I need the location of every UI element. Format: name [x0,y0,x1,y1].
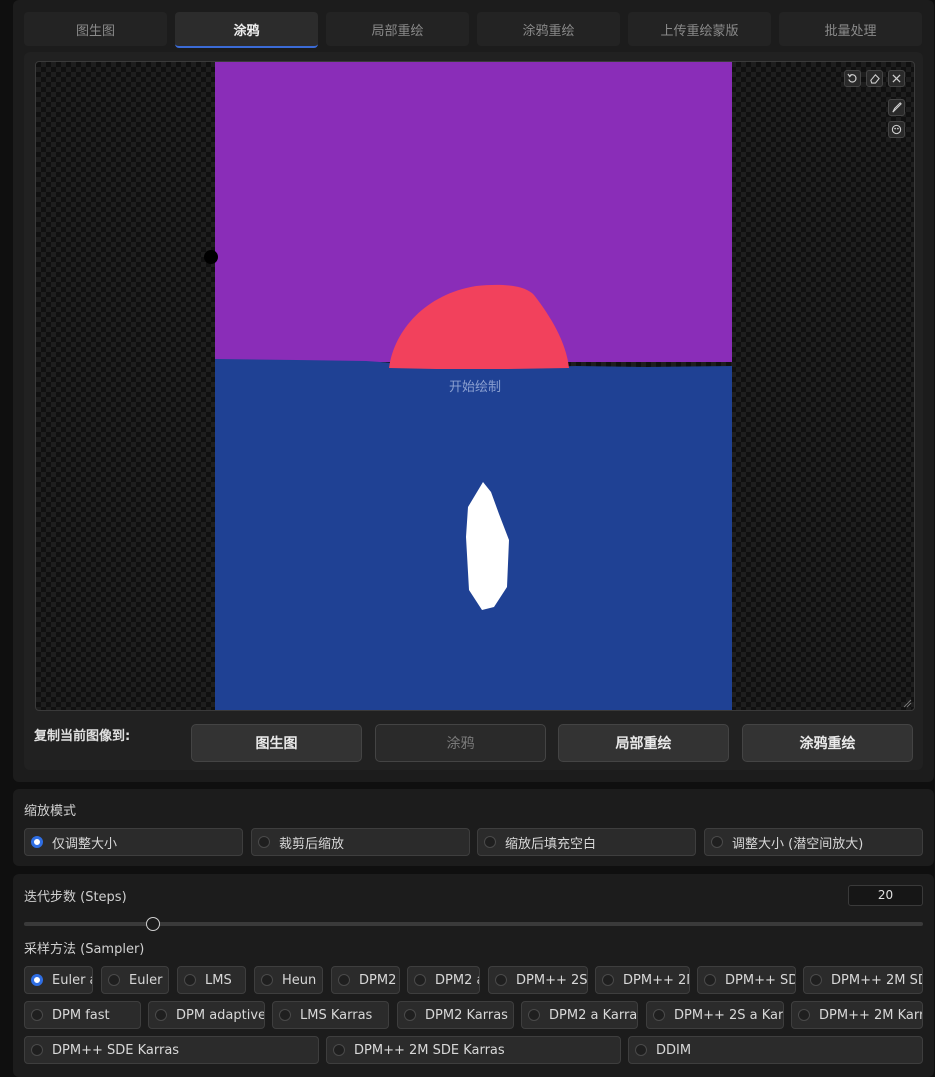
radio-label: DPM2 a [435,972,480,988]
radio-indicator[interactable] [653,1009,665,1021]
sampler-option[interactable]: LMS [177,966,246,994]
radio-label: LMS Karras [300,1007,373,1023]
radio-indicator[interactable] [31,1009,43,1021]
radio-indicator[interactable] [602,974,614,986]
radio-label: DPM2 [359,972,397,988]
sampler-option[interactable]: DPM fast [24,1001,141,1029]
radio-label: 缩放后填充空白 [505,836,597,852]
close-icon[interactable] [888,70,905,87]
copy-to-label: 复制当前图像到: [34,729,131,744]
radio-indicator[interactable] [338,974,350,986]
radio-indicator[interactable] [155,1009,167,1021]
radio-label: LMS [205,972,232,988]
radio-indicator[interactable] [635,1044,647,1056]
radio-label: Euler [129,972,163,988]
sampler-option[interactable]: DPM2 a [407,966,480,994]
sampler-option[interactable]: DPM++ 2S a Karras [646,1001,784,1029]
tab-img2img[interactable]: 图生图 [24,12,167,46]
sampler-option[interactable]: DPM2 a Karras [521,1001,638,1029]
tab-bar: 图生图 涂鸦 局部重绘 涂鸦重绘 上传重绘蒙版 批量处理 [0,0,935,50]
sampler-option[interactable]: DPM++ 2M SDE [803,966,923,994]
radio-indicator[interactable] [31,1044,43,1056]
radio-indicator[interactable] [261,974,273,986]
radio-label: DPM++ 2M SDE [831,972,922,988]
copy-to-inpaint-button[interactable]: 局部重绘 [558,724,729,762]
tab-batch[interactable]: 批量处理 [779,12,922,46]
sampler-option[interactable]: DPM++ SDE [697,966,796,994]
radio-label: DPM++ SDE Karras [52,1042,180,1058]
radio-label: Heun [282,972,317,988]
sampler-option[interactable]: DPM2 [331,966,400,994]
undo-icon[interactable] [844,70,861,87]
radio-label: DPM++ 2S a Karras [674,1007,784,1023]
resize-mode-label: 缩放模式 [24,804,77,819]
radio-indicator[interactable] [528,1009,540,1021]
radio-indicator[interactable] [333,1044,345,1056]
resize-handle-icon[interactable] [902,698,912,708]
sampler-option[interactable]: Euler [101,966,169,994]
sampler-option[interactable]: LMS Karras [272,1001,389,1029]
tab-inpaint-sketch[interactable]: 涂鸦重绘 [477,12,620,46]
sampler-option[interactable]: DPM++ 2M Karras [791,1001,923,1029]
radio-label: 仅调整大小 [52,836,118,852]
radio-indicator[interactable] [184,974,196,986]
radio-label: DPM++ 2M SDE Karras [354,1042,505,1058]
radio-label: DPM2 a Karras [549,1007,638,1023]
resize-mode-option[interactable]: 仅调整大小 [24,828,243,856]
radio-label: DPM2 Karras [425,1007,508,1023]
radio-indicator[interactable] [711,836,723,848]
radio-indicator[interactable] [31,974,43,986]
radio-indicator[interactable] [810,974,822,986]
resize-mode-option[interactable]: 调整大小 (潜空间放大) [704,828,923,856]
steps-slider-thumb[interactable] [146,917,160,931]
radio-indicator[interactable] [495,974,507,986]
sampler-option[interactable]: DPM2 Karras [397,1001,514,1029]
sampler-option[interactable]: DPM++ 2M [595,966,690,994]
radio-label: 裁剪后缩放 [279,836,345,852]
radio-label: 调整大小 (潜空间放大) [732,836,864,852]
radio-indicator[interactable] [798,1009,810,1021]
copy-to-sketch-button: 涂鸦 [375,724,546,762]
eraser-icon[interactable] [866,70,883,87]
sampler-option[interactable]: Euler a [24,966,93,994]
radio-indicator[interactable] [704,974,716,986]
radio-indicator[interactable] [31,836,43,848]
sampler-label: 采样方法 (Sampler) [24,942,145,957]
copy-to-inpaint-sketch-button[interactable]: 涂鸦重绘 [742,724,913,762]
radio-label: DPM fast [52,1007,110,1023]
radio-indicator[interactable] [414,974,426,986]
radio-label: DPM adaptive [176,1007,265,1023]
sampler-option[interactable]: Heun [254,966,323,994]
radio-indicator[interactable] [484,836,496,848]
radio-label: DPM++ 2S a [516,972,588,988]
radio-indicator[interactable] [258,836,270,848]
sampler-option[interactable]: DPM adaptive [148,1001,265,1029]
tab-inpaint-upload[interactable]: 上传重绘蒙版 [628,12,771,46]
copy-to-img2img-button[interactable]: 图生图 [191,724,362,762]
sampler-option[interactable]: DDIM [628,1036,923,1064]
resize-mode-option[interactable]: 缩放后填充空白 [477,828,696,856]
sketch-canvas[interactable]: 开始绘制 [35,61,915,711]
sampler-option[interactable]: DPM++ SDE Karras [24,1036,319,1064]
radio-label: DDIM [656,1042,692,1058]
radio-indicator[interactable] [108,974,120,986]
radio-label: DPM++ SDE [725,972,795,988]
canvas-overlay-text: 开始绘制 [448,380,501,395]
brush-icon[interactable] [888,99,905,116]
steps-input[interactable]: 20 [848,885,923,906]
sampler-option[interactable]: DPM++ 2M SDE Karras [326,1036,621,1064]
steps-label: 迭代步数 (Steps) [24,890,127,905]
tab-inpaint[interactable]: 局部重绘 [326,12,469,46]
radio-indicator[interactable] [404,1009,416,1021]
resize-mode-option[interactable]: 裁剪后缩放 [251,828,470,856]
sampler-option[interactable]: DPM++ 2S a [488,966,588,994]
cursor-dot [204,250,218,264]
palette-icon[interactable] [888,121,905,138]
radio-label: DPM++ 2M Karras [819,1007,922,1023]
radio-label: Euler a [52,972,93,988]
radio-label: DPM++ 2M [623,972,689,988]
tab-sketch[interactable]: 涂鸦 [175,12,318,48]
radio-indicator[interactable] [279,1009,291,1021]
